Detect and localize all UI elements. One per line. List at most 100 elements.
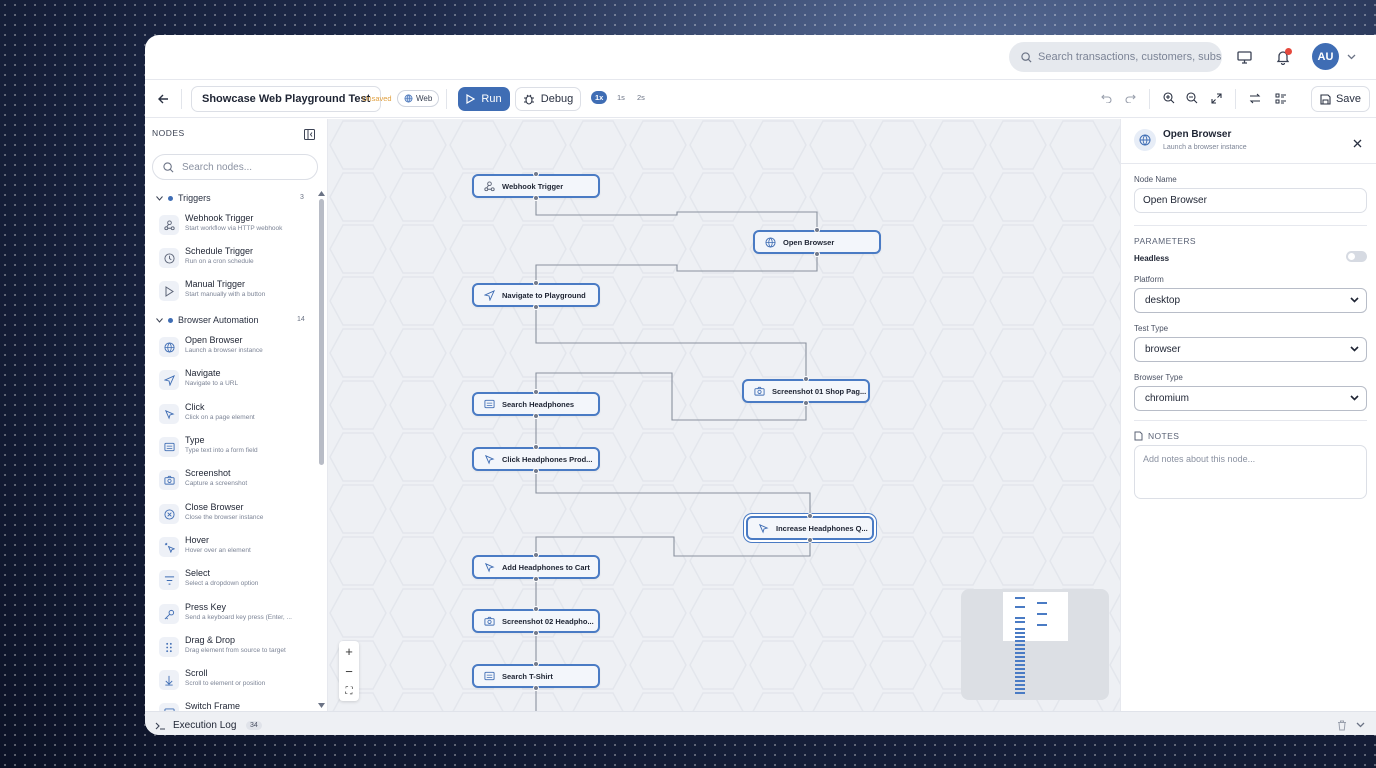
collapse-sidebar-icon[interactable] xyxy=(304,127,315,145)
speed-2s[interactable]: 2s xyxy=(637,93,645,102)
canvas-zoom-in-button[interactable]: + xyxy=(339,641,359,661)
trash-icon[interactable] xyxy=(1337,720,1347,731)
node-palette-item-desc: Start workflow via HTTP webhook xyxy=(185,225,283,232)
fit-view-icon[interactable] xyxy=(1209,91,1223,105)
node-palette-item-navigate[interactable]: Navigate Navigate to a URL xyxy=(159,366,309,394)
save-button[interactable]: Save xyxy=(1311,86,1370,112)
platform-select[interactable]: desktop xyxy=(1134,288,1367,313)
test-type-select[interactable]: browser xyxy=(1134,337,1367,362)
output-port[interactable] xyxy=(533,576,539,582)
speed-1x[interactable]: 1x xyxy=(591,91,608,104)
swap-icon[interactable] xyxy=(1248,91,1262,105)
headless-label: Headless xyxy=(1134,254,1170,263)
run-button[interactable]: Run xyxy=(458,87,510,111)
node-palette-item-schedule-trigger[interactable]: Schedule Trigger Run on a cron schedule xyxy=(159,244,309,272)
output-port[interactable] xyxy=(803,400,809,406)
workflow-title[interactable]: Showcase Web Playground Test xyxy=(191,86,382,112)
zoom-out-icon[interactable] xyxy=(1185,91,1199,105)
debug-button[interactable]: Debug xyxy=(515,87,581,111)
workflow-node-label: Webhook Trigger xyxy=(502,181,564,191)
scroll-up-icon[interactable] xyxy=(318,191,325,196)
node-palette-item-screenshot[interactable]: Screenshot Capture a screenshot xyxy=(159,466,309,494)
workflow-canvas[interactable]: Webhook Trigger Open Browser Navigate to P… xyxy=(328,119,1120,711)
toolbar-divider xyxy=(1149,89,1150,109)
output-port[interactable] xyxy=(533,195,539,201)
node-palette-item-webhook-trigger[interactable]: Webhook Trigger Start workflow via HTTP w… xyxy=(159,211,309,239)
terminal-icon xyxy=(155,722,165,730)
platform-pill[interactable]: Web xyxy=(397,90,440,107)
category-triggers[interactable]: Triggers xyxy=(156,192,211,204)
notes-textarea[interactable]: Add notes about this node... xyxy=(1134,445,1367,499)
node-palette-item-name: Schedule Trigger xyxy=(185,246,254,256)
node-palette-item-manual-trigger[interactable]: Manual Trigger Start manually with a butt… xyxy=(159,277,309,305)
node-palette-item-click[interactable]: Click Click on a page element xyxy=(159,400,309,428)
avatar[interactable]: AU xyxy=(1312,43,1339,70)
chevron-down-icon[interactable] xyxy=(1356,722,1365,728)
output-port[interactable] xyxy=(533,468,539,474)
browser-type-label: Browser Type xyxy=(1134,373,1183,382)
output-port[interactable] xyxy=(533,304,539,310)
output-port[interactable] xyxy=(533,630,539,636)
scroll-icon xyxy=(159,670,179,690)
input-port[interactable] xyxy=(814,227,820,233)
node-palette-item-name: Click xyxy=(185,402,205,412)
headless-toggle[interactable] xyxy=(1346,251,1367,262)
input-port[interactable] xyxy=(803,376,809,382)
redo-icon[interactable] xyxy=(1123,91,1137,105)
close-circle-icon xyxy=(159,504,179,524)
input-port[interactable] xyxy=(533,661,539,667)
node-palette-item-switch-frame[interactable]: Switch Frame xyxy=(159,699,309,711)
node-palette-item-name: Open Browser xyxy=(185,335,243,345)
toolbar-divider xyxy=(446,89,447,109)
back-arrow-icon[interactable] xyxy=(155,91,171,107)
node-palette-item-type[interactable]: Type Type text into a form field xyxy=(159,433,309,461)
node-search-input[interactable]: Search nodes... xyxy=(152,154,318,180)
chevron-down-icon[interactable] xyxy=(1341,47,1361,67)
chevron-down-icon xyxy=(156,195,163,201)
input-port[interactable] xyxy=(533,444,539,450)
node-palette-item-hover[interactable]: Hover Hover over an element xyxy=(159,533,309,561)
input-port[interactable] xyxy=(533,280,539,286)
panel-subtitle: Launch a browser instance xyxy=(1163,144,1247,151)
nodes-sidebar: NODES Search nodes... Triggers 3 Browser… xyxy=(145,119,328,711)
node-palette-item-scroll[interactable]: Scroll Scroll to element or position xyxy=(159,666,309,694)
canvas-zoom-out-button[interactable]: − xyxy=(339,661,359,681)
panel-divider xyxy=(1134,225,1367,226)
input-port[interactable] xyxy=(533,552,539,558)
speed-1s[interactable]: 1s xyxy=(617,93,625,102)
minimap[interactable] xyxy=(961,589,1109,700)
global-search-input[interactable]: Search transactions, customers, subs xyxy=(1009,42,1222,72)
scroll-down-icon[interactable] xyxy=(318,703,325,708)
category-dot xyxy=(168,195,173,201)
properties-panel: Open Browser Launch a browser instance N… xyxy=(1120,119,1376,711)
browser-type-select[interactable]: chromium xyxy=(1134,386,1367,411)
node-palette-item-desc: Navigate to a URL xyxy=(185,380,239,387)
node-palette-item-drag-drop[interactable]: Drag & Drop Drag element from source to t… xyxy=(159,633,309,661)
monitor-icon[interactable] xyxy=(1234,47,1254,67)
close-icon[interactable] xyxy=(1353,135,1362,153)
output-port[interactable] xyxy=(807,537,813,543)
category-browser-automation[interactable]: Browser Automation xyxy=(156,314,259,326)
input-port[interactable] xyxy=(533,171,539,177)
node-palette-item-close-browser[interactable]: Close Browser Close the browser instance xyxy=(159,500,309,528)
canvas-fit-button[interactable]: ⛶ xyxy=(339,681,359,701)
node-palette-item-open-browser[interactable]: Open Browser Launch a browser instance xyxy=(159,333,309,361)
zoom-in-icon[interactable] xyxy=(1162,91,1176,105)
execution-log-bar[interactable]: Execution Log 34 xyxy=(145,711,1376,735)
node-palette-item-select[interactable]: Select Select a dropdown option xyxy=(159,566,309,594)
workflow-node-label: Search T-Shirt xyxy=(502,671,553,681)
undo-icon[interactable] xyxy=(1099,91,1113,105)
output-port[interactable] xyxy=(533,685,539,691)
layout-list-icon[interactable] xyxy=(1274,91,1288,105)
node-palette-item-press-key[interactable]: Press Key Send a keyboard key press (Ente… xyxy=(159,600,309,628)
input-port[interactable] xyxy=(533,389,539,395)
output-port[interactable] xyxy=(814,251,820,257)
notification-bell-icon[interactable] xyxy=(1273,47,1293,67)
parameters-heading: PARAMETERS xyxy=(1134,236,1196,246)
output-port[interactable] xyxy=(533,413,539,419)
node-name-field[interactable]: Open Browser xyxy=(1134,188,1367,213)
node-palette-item-name: Hover xyxy=(185,535,210,545)
sidebar-scrollbar[interactable] xyxy=(319,199,324,465)
input-port[interactable] xyxy=(533,606,539,612)
input-port[interactable] xyxy=(807,513,813,519)
